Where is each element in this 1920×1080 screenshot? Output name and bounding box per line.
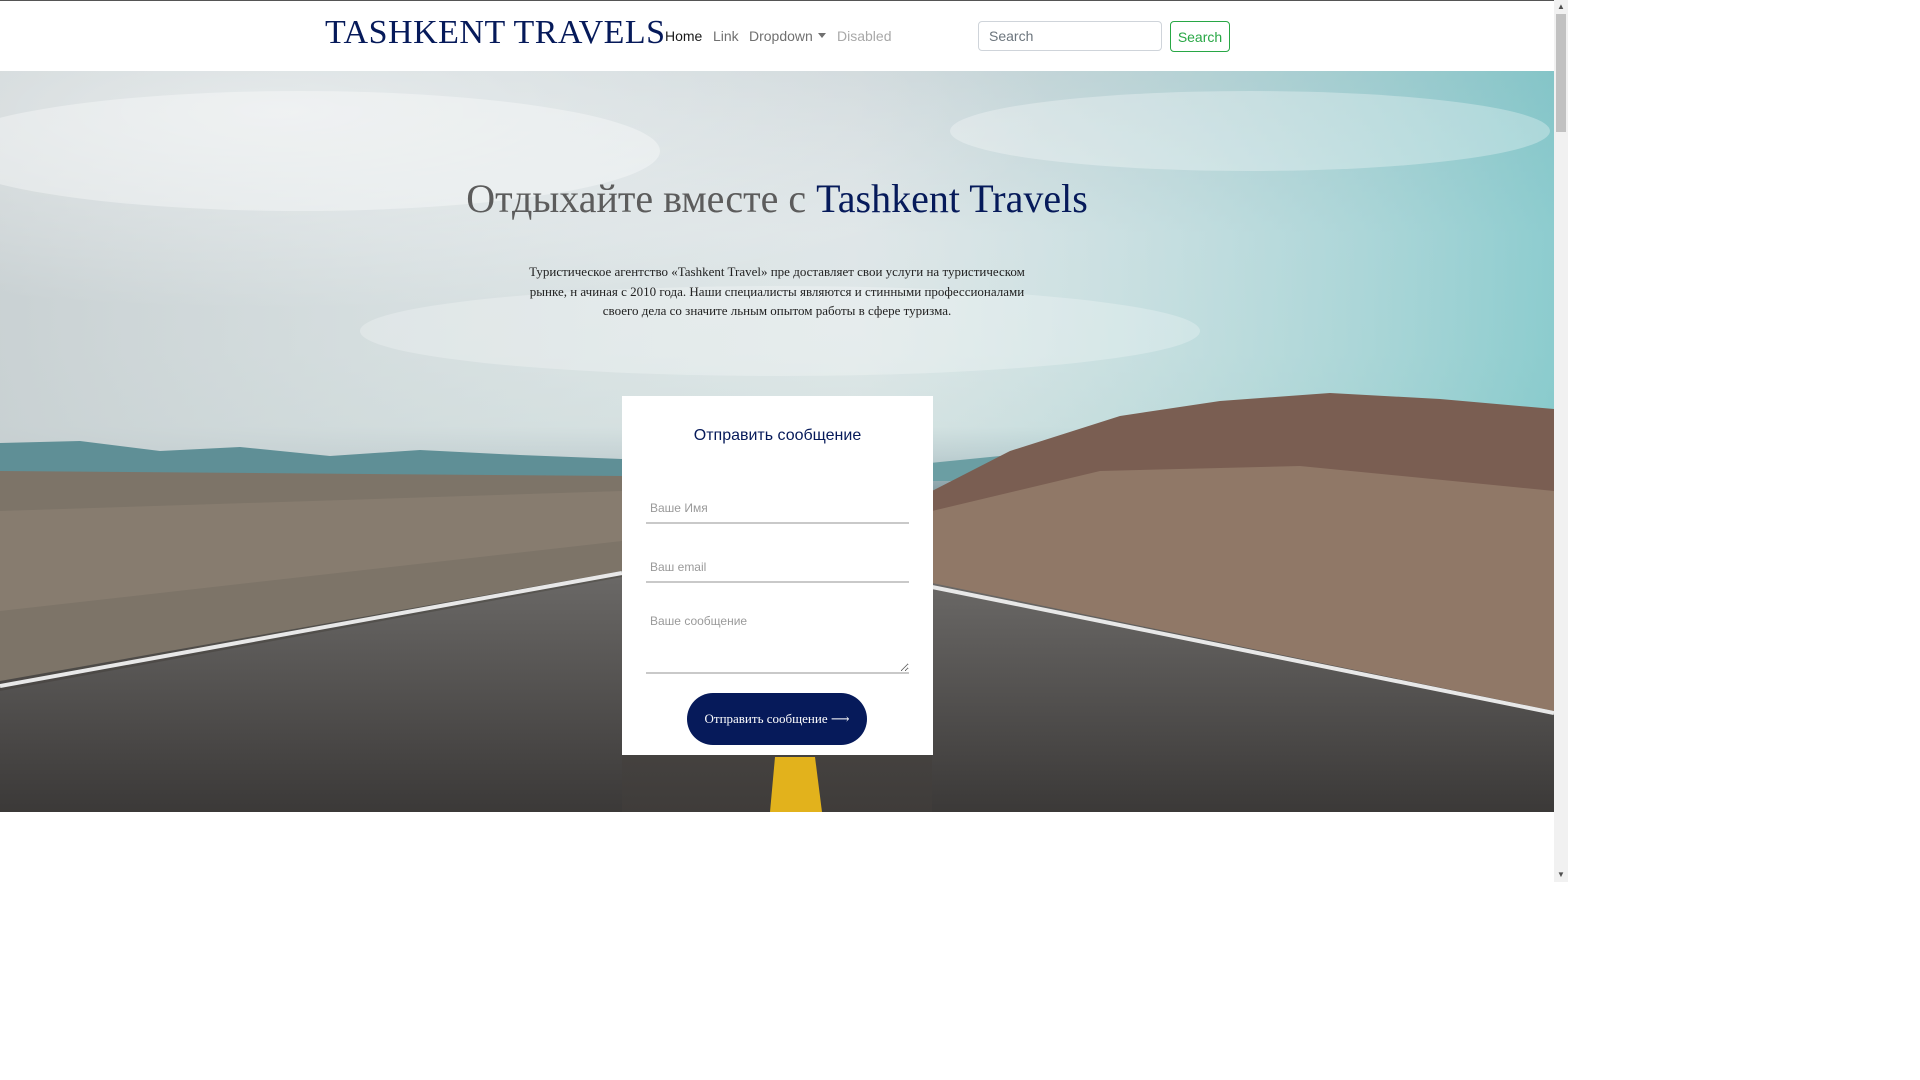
nav-dropdown[interactable]: Dropdown <box>749 28 826 44</box>
hero-title-text: Отдыхайте вместе с <box>466 176 817 221</box>
nav-dropdown-label: Dropdown <box>749 28 813 44</box>
hero-title-accent: Tashkent Travels <box>816 176 1088 221</box>
vertical-scrollbar[interactable]: ▲ ▼ <box>1554 0 1568 882</box>
nav-link-disabled: Disabled <box>837 28 892 44</box>
search-input[interactable] <box>978 21 1162 51</box>
contact-form-title: Отправить сообщение <box>693 427 862 444</box>
message-field[interactable] <box>646 608 909 674</box>
search-button[interactable]: Search <box>1170 21 1230 52</box>
contact-form-card: Отправить сообщение Отправить сообщение … <box>622 396 933 755</box>
navbar: TASHKENT TRAVELS Home Link Dropdown Disa… <box>0 1 1554 71</box>
scrollbar-thumb[interactable] <box>1556 14 1566 132</box>
brand-logo[interactable]: TASHKENT TRAVELS <box>325 14 666 52</box>
scroll-up-arrow-icon[interactable]: ▲ <box>1554 0 1568 14</box>
hero-description: Туристическое агентство «Tashkent Travel… <box>529 264 1025 318</box>
caret-down-icon <box>817 33 826 38</box>
name-field[interactable] <box>646 494 909 524</box>
nav-link-link[interactable]: Link <box>713 28 739 44</box>
send-message-button[interactable]: Отправить сообщение ⟶ <box>687 693 867 745</box>
scroll-down-arrow-icon[interactable]: ▼ <box>1554 868 1568 882</box>
hero-title: Отдыхайте вместе с Tashkent Travels <box>0 175 1554 222</box>
email-field[interactable] <box>646 553 909 583</box>
hero-section: Отдыхайте вместе с Tashkent Travels Тури… <box>0 71 1554 812</box>
nav-link-home[interactable]: Home <box>665 28 702 44</box>
